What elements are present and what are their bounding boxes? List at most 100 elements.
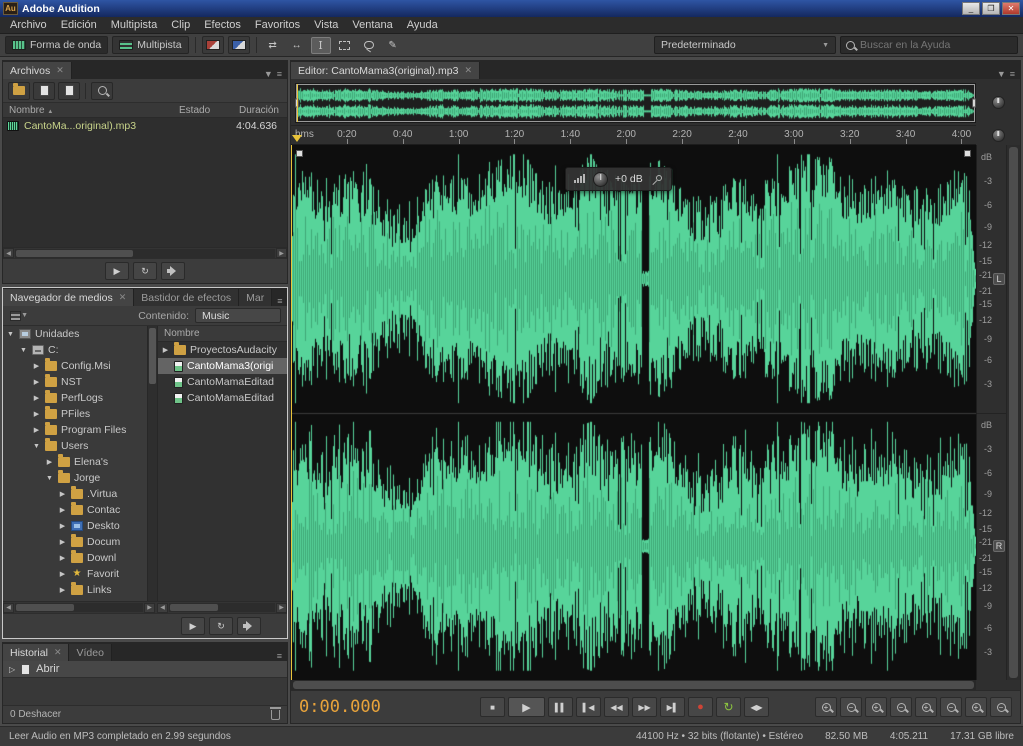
menu-item-vista[interactable]: Vista [307, 18, 345, 32]
close-icon[interactable]: ✕ [56, 65, 64, 76]
lasso-selection-tool-button[interactable] [359, 37, 379, 54]
preview-play-button[interactable]: ▶ [105, 262, 129, 280]
waveform-display[interactable]: +0 dB [291, 145, 976, 680]
selection-grabber-top-right[interactable] [964, 150, 971, 157]
menu-item-multipista[interactable]: Multipista [104, 18, 164, 32]
scrollbar-thumb[interactable] [293, 681, 974, 689]
scroll-right-icon[interactable]: ▶ [276, 603, 287, 613]
scroll-right-icon[interactable]: ▶ [276, 248, 287, 258]
left-channel-badge[interactable]: L [993, 273, 1005, 285]
editor-hscrollbar[interactable] [291, 680, 976, 690]
scrollbar-thumb[interactable] [16, 604, 74, 611]
auto-play-button[interactable] [161, 262, 185, 280]
overview-strip[interactable] [295, 83, 976, 123]
skip-to-start-button[interactable]: ▌◀ [576, 697, 601, 717]
scrollbar-thumb[interactable] [1009, 147, 1018, 678]
slip-tool-button[interactable]: ↔ [287, 37, 307, 54]
ruler-knob-icon[interactable] [992, 129, 1005, 142]
chevron-right-icon[interactable]: ▶ [58, 490, 67, 498]
import-file-button[interactable] [33, 82, 55, 100]
minimize-button[interactable]: _ [962, 2, 980, 15]
time-display[interactable]: 0:00.000 [299, 697, 404, 717]
scroll-left-icon[interactable]: ◀ [3, 248, 14, 258]
chevron-right-icon[interactable]: ▶ [32, 426, 41, 434]
editor-panel-menu[interactable]: ▼≡ [992, 69, 1020, 79]
multitrack-view-button[interactable]: Multipista [112, 36, 188, 54]
close-icon[interactable]: ✕ [119, 292, 127, 303]
chevron-right-icon[interactable]: ▶ [58, 538, 67, 546]
menu-item-clip[interactable]: Clip [164, 18, 197, 32]
close-icon[interactable]: ✕ [464, 65, 472, 76]
scrollbar-thumb[interactable] [149, 328, 156, 384]
overview-waveform-canvas[interactable] [296, 84, 975, 122]
range-handle-right[interactable] [972, 99, 976, 108]
history-item[interactable]: ▷Abrir [3, 661, 287, 678]
history-panel-menu[interactable]: ≡ [272, 651, 287, 661]
media-list-item[interactable]: CantoMamaEditad [158, 390, 287, 406]
zoom-out-amplitude-button[interactable]: − [990, 697, 1012, 717]
playhead-line[interactable] [291, 145, 292, 680]
scrollbar-thumb[interactable] [16, 250, 133, 257]
move-tool-button[interactable]: ⇄ [263, 37, 283, 54]
tree-item[interactable]: ▼Jorge [3, 470, 147, 486]
skip-selection-button[interactable]: ◀▶ [744, 697, 769, 717]
pin-icon[interactable] [652, 174, 663, 185]
time-selection-tool-button[interactable]: I [311, 37, 331, 54]
rewind-button[interactable]: ◀◀ [604, 697, 629, 717]
column-header-name[interactable]: Nombre ▲ [3, 105, 179, 116]
tab-media-navegador-de-medios[interactable]: Navegador de medios✕ [3, 289, 134, 306]
timeline-ruler[interactable]: hms 0:200:401:001:201:402:002:202:403:00… [291, 125, 976, 145]
layout-preset-2-button[interactable] [228, 36, 250, 54]
menu-item-edición[interactable]: Edición [54, 18, 104, 32]
menu-item-archivo[interactable]: Archivo [3, 18, 54, 32]
editor-vscrollbar[interactable] [1006, 145, 1020, 680]
zoom-out-button[interactable]: − [840, 697, 862, 717]
playhead-marker-icon[interactable] [292, 135, 302, 142]
help-search-input[interactable] [860, 39, 1012, 51]
files-hscrollbar[interactable]: ◀ ▶ [3, 247, 287, 258]
tree-item[interactable]: ▶PerfLogs [3, 390, 147, 406]
db-scale[interactable]: dB-3-3-6-6-9-9-12-12-15-15-21-21 dB-3-3-… [976, 145, 1006, 680]
zoom-out-full-button[interactable]: − [890, 697, 912, 717]
loop-preview-button[interactable]: ↻ [209, 617, 233, 635]
open-file-button[interactable] [8, 82, 30, 100]
trash-icon[interactable] [271, 710, 280, 720]
help-search-box[interactable] [840, 36, 1018, 54]
tab-history-historial[interactable]: Historial✕ [3, 644, 69, 661]
chevron-right-icon[interactable]: ▶ [32, 394, 41, 402]
skip-to-end-button[interactable]: ▶▌ [660, 697, 685, 717]
chevron-right-icon[interactable]: ▶ [58, 554, 67, 562]
media-panel-menu[interactable]: ≡ [272, 296, 287, 306]
chevron-right-icon[interactable]: ▶ [45, 458, 54, 466]
scroll-left-icon[interactable]: ◀ [157, 603, 168, 613]
chevron-down-icon[interactable]: ▼ [32, 443, 41, 450]
tree-vscrollbar[interactable] [147, 326, 157, 601]
preview-play-button[interactable]: ▶ [181, 617, 205, 635]
menu-item-efectos[interactable]: Efectos [197, 18, 248, 32]
menu-item-ayuda[interactable]: Ayuda [400, 18, 445, 32]
loop-preview-button[interactable]: ↻ [133, 262, 157, 280]
chevron-right-icon[interactable]: ▶ [32, 378, 41, 386]
chevron-right-icon[interactable]: ▶ [161, 346, 170, 354]
chevron-right-icon[interactable]: ▶ [58, 522, 67, 530]
chevron-down-icon[interactable]: ▼ [6, 331, 15, 338]
content-dropdown[interactable]: Music [195, 308, 281, 323]
scrollbar-thumb[interactable] [170, 604, 218, 611]
tree-item[interactable]: ▶Downl [3, 550, 147, 566]
tree-item[interactable]: ▶Elena's [3, 454, 147, 470]
fast-forward-button[interactable]: ▶▶ [632, 697, 657, 717]
playhead-line[interactable] [297, 84, 298, 122]
chevron-right-icon[interactable]: ▶ [58, 586, 67, 594]
volume-hud[interactable]: +0 dB [565, 167, 672, 191]
scroll-right-icon[interactable]: ▶ [144, 603, 155, 613]
tab-files[interactable]: Archivos ✕ [3, 62, 72, 79]
menu-item-ventana[interactable]: Ventana [345, 18, 399, 32]
chevron-right-icon[interactable]: ▶ [58, 570, 67, 578]
tree-item[interactable]: ▶Program Files [3, 422, 147, 438]
paintbrush-tool-button[interactable]: ✎ [383, 37, 403, 54]
tab-history-vídeo[interactable]: Vídeo [69, 644, 111, 661]
column-header-duration[interactable]: Duración [227, 105, 287, 116]
zoom-out-time-button[interactable]: − [940, 697, 962, 717]
main-waveform-canvas[interactable] [291, 145, 976, 680]
chevron-right-icon[interactable]: ▶ [32, 410, 41, 418]
